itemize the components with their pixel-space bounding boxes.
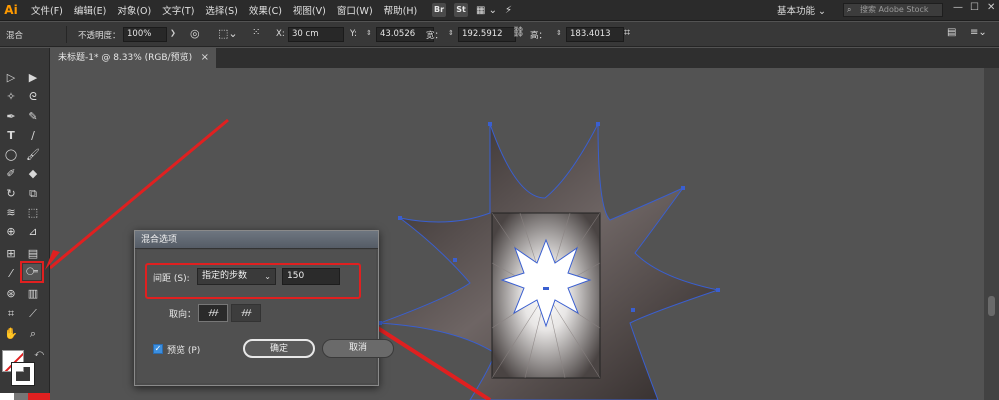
menu-view[interactable]: 视图(V) (293, 3, 326, 17)
menu-object[interactable]: 对象(O) (117, 3, 151, 17)
menu-edit[interactable]: 编辑(E) (74, 3, 106, 17)
magic-wand-tool-icon[interactable]: ✧ (2, 89, 20, 105)
workspace-switcher[interactable]: 基本功能 ⌄ (777, 3, 826, 17)
reference-point-icon[interactable]: ⁙ (252, 27, 260, 38)
zoom-tool-icon[interactable]: ⌕ (24, 326, 42, 342)
y-stepper-icon[interactable]: ⇕ (366, 29, 372, 37)
spacing-label: 间距 (S): (153, 274, 190, 284)
ellipse-tool-icon[interactable]: ◯ (2, 147, 20, 163)
shaper-tool-icon[interactable]: ✐ (2, 166, 20, 182)
menu-effect[interactable]: 效果(C) (249, 3, 282, 17)
illustrator-window: Ai 文件(F) 编辑(E) 对象(O) 文字(T) 选择(S) 效果(C) 视… (0, 0, 999, 400)
width-label: 宽： (426, 31, 444, 41)
document-tab-title: 未标题-1* @ 8.33% (RGB/预览) (58, 53, 193, 63)
height-stepper-icon[interactable]: ⇕ (556, 29, 562, 37)
app-logo: Ai (4, 3, 18, 17)
y-label: Y: (350, 29, 357, 39)
close-window-icon[interactable]: ✕ (987, 2, 995, 13)
preview-checkbox[interactable]: ✓ (153, 344, 163, 354)
dialog-title[interactable]: 混合选项 (135, 231, 378, 249)
direct-selection-tool-icon[interactable]: ▶ (24, 70, 42, 86)
stock-search-input[interactable]: ⌕ 搜索 Adobe Stock (843, 3, 943, 17)
bridge-icon[interactable]: Br (432, 3, 446, 17)
preview-label[interactable]: 预览 (P) (167, 343, 200, 356)
height-field[interactable]: 183.4013 (566, 27, 624, 42)
align-to-path-button[interactable]: ᚋᚋᚋ (231, 304, 261, 322)
opacity-field[interactable]: 100% (123, 27, 167, 42)
document-tab-bar: 未标题-1* @ 8.33% (RGB/预览) × (50, 48, 999, 68)
width-field[interactable]: 192.5912 (458, 27, 516, 42)
line-tool-icon[interactable]: ∕ (24, 128, 42, 144)
align-to-page-button[interactable]: ᚋᚋᚋ (198, 304, 228, 322)
menu-type[interactable]: 文字(T) (162, 3, 194, 17)
recolor-artwork-icon[interactable]: ◎ (190, 27, 200, 40)
center-point-marker (543, 287, 549, 290)
orientation-label: 取向： (169, 310, 197, 320)
chevron-right-icon[interactable]: ❯ (170, 29, 176, 37)
selection-tool-icon[interactable]: ▷ (2, 70, 20, 86)
color-mode-strip[interactable] (0, 393, 50, 400)
workspace-label: 基本功能 (777, 6, 816, 17)
transform-icon[interactable]: ⌗ (624, 26, 630, 40)
minimize-icon[interactable]: — (953, 2, 963, 13)
eyedropper-tool-icon[interactable]: ⁄ (2, 266, 20, 282)
mesh-tool-icon[interactable]: ⊞ (2, 246, 20, 262)
blend-options-dialog: 混合选项 间距 (S): 指定的步数 ⌄ 150 取向： ᚋᚋᚋ ᚋᚋᚋ ✓ 预… (134, 230, 394, 386)
x-field[interactable]: 30 cm (288, 27, 344, 42)
curvature-tool-icon[interactable]: ✎ (24, 109, 42, 125)
eraser-tool-icon[interactable]: ◆ (24, 166, 42, 182)
menu-bar: Ai 文件(F) 编辑(E) 对象(O) 文字(T) 选择(S) 效果(C) 视… (0, 0, 999, 21)
menu-select[interactable]: 选择(S) (205, 3, 237, 17)
x-label: X: (276, 29, 285, 39)
chevron-down-icon: ⌄ (264, 272, 271, 281)
pen-tool-icon[interactable]: ✒ (2, 109, 20, 125)
rotate-tool-icon[interactable]: ↻ (2, 186, 20, 202)
selection-type-label: 混合 (6, 31, 24, 41)
stroke-swatch[interactable] (11, 362, 35, 386)
shape-builder-tool-icon[interactable]: ⊕ (2, 224, 20, 240)
maximize-icon[interactable]: ☐ (970, 2, 979, 13)
chevron-down-icon: ⌄ (818, 6, 827, 17)
spacing-mode-select[interactable]: 指定的步数 ⌄ (197, 268, 276, 285)
height-label: 高： (530, 31, 548, 41)
opacity-label[interactable]: 不透明度： (78, 29, 121, 41)
blend-tool-icon[interactable]: ⧃ (20, 261, 44, 283)
ok-button[interactable]: 确定 (243, 339, 315, 358)
menu-icon[interactable]: ≡⌄ (970, 27, 987, 38)
search-icon: ⌕ (847, 5, 852, 14)
arrange-documents-icon[interactable]: ▦ ⌄ (476, 5, 497, 16)
type-tool-icon[interactable]: T (2, 128, 20, 144)
cancel-button[interactable]: 取消 (322, 339, 394, 358)
lasso-tool-icon[interactable]: ᘓ (24, 89, 42, 105)
control-bar: 混合 不透明度： 100% ❯ ◎ ⬚⌄ ⁙ X: 30 cm Y: ⇕ 43.… (0, 22, 999, 47)
steps-input[interactable]: 150 (282, 268, 340, 285)
panel-options-icon[interactable]: ▤ (947, 27, 956, 38)
stock-icon[interactable]: St (454, 3, 468, 17)
gpu-performance-icon[interactable]: ⚡ (505, 5, 512, 16)
hand-tool-icon[interactable]: ✋ (2, 326, 20, 342)
menu-app-icons: Br St ▦ ⌄ ⚡ (432, 3, 512, 17)
vertical-scrollbar[interactable] (984, 68, 999, 400)
link-icon[interactable]: ⛓ (512, 27, 525, 38)
scrollbar-thumb[interactable] (988, 296, 995, 316)
paintbrush-tool-icon[interactable]: 🖌 (24, 147, 42, 163)
document-tab[interactable]: 未标题-1* @ 8.33% (RGB/预览) × (50, 48, 216, 68)
slice-tool-icon[interactable]: ⟋ (24, 306, 42, 322)
menu-help[interactable]: 帮助(H) (384, 3, 418, 17)
annotation-arrow-svg (45, 250, 60, 270)
artboard-tool-icon[interactable]: ⌗ (2, 306, 20, 322)
align-icon[interactable]: ⬚⌄ (218, 27, 238, 40)
annotation-arrowhead (45, 250, 60, 270)
width-stepper-icon[interactable]: ⇕ (448, 29, 454, 37)
menu-file[interactable]: 文件(F) (31, 3, 63, 17)
spacing-mode-value: 指定的步数 (202, 271, 248, 281)
close-tab-icon[interactable]: × (201, 48, 209, 68)
warp-tool-icon[interactable]: ≋ (2, 205, 20, 221)
divider (66, 26, 67, 43)
menu-window[interactable]: 窗口(W) (337, 3, 373, 17)
search-placeholder: 搜索 Adobe Stock (860, 5, 929, 14)
swap-fill-stroke-icon[interactable]: ⤺ (30, 346, 48, 362)
symbol-sprayer-tool-icon[interactable]: ⊛ (2, 286, 20, 302)
